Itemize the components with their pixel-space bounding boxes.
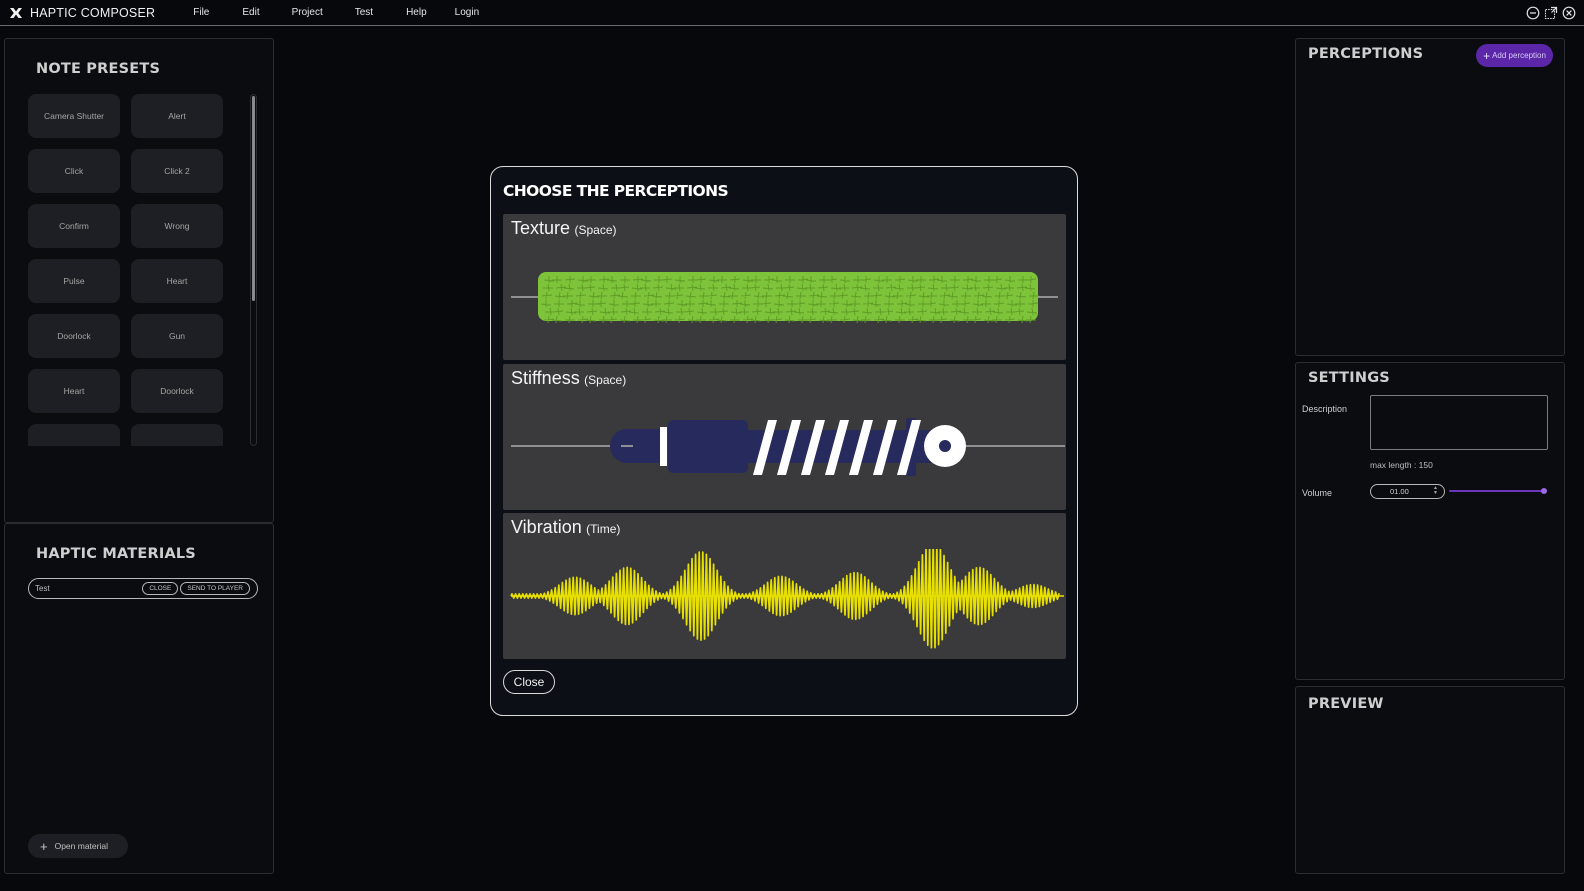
- haptic-materials-title: HAPTIC MATERIALS: [36, 546, 196, 562]
- max-length-note: max length : 150: [1370, 460, 1433, 470]
- preview-panel: PREVIEW: [1295, 686, 1565, 874]
- description-label: Description: [1302, 404, 1348, 414]
- card-qualifier: (Space): [574, 223, 617, 237]
- note-presets-panel: NOTE PRESETS Camera Shutter Alert Click …: [4, 38, 274, 523]
- preset-button[interactable]: Confirm: [28, 204, 120, 248]
- preset-grid: Camera Shutter Alert Click Click 2 Confi…: [28, 94, 228, 446]
- card-name: Texture: [511, 218, 571, 238]
- preview-title: PREVIEW: [1308, 696, 1384, 712]
- stepper-arrows-icon[interactable]: ▲ ▼: [1433, 486, 1438, 496]
- preset-button[interactable]: Heart: [28, 369, 120, 413]
- preset-button[interactable]: [131, 424, 223, 446]
- app-title: HAPTIC COMPOSER: [30, 5, 156, 20]
- haptic-materials-panel: HAPTIC MATERIALS Test CLOSE SEND TO PLAY…: [4, 523, 274, 874]
- perception-card-vibration[interactable]: Vibration (Time): [503, 513, 1066, 659]
- preset-scrollbar[interactable]: [250, 94, 257, 446]
- plus-icon: +: [1483, 48, 1491, 63]
- menu-test[interactable]: Test: [355, 7, 373, 18]
- menu-edit[interactable]: Edit: [242, 7, 259, 18]
- card-heading: Vibration (Time): [511, 517, 620, 538]
- preset-button[interactable]: Alert: [131, 94, 223, 138]
- perception-card-stiffness[interactable]: Stiffness (Space): [503, 364, 1066, 510]
- preset-button[interactable]: [28, 424, 120, 446]
- preset-button[interactable]: Click: [28, 149, 120, 193]
- description-field[interactable]: [1370, 395, 1548, 450]
- card-heading: Texture (Space): [511, 218, 617, 239]
- preset-scroll-thumb[interactable]: [252, 96, 255, 301]
- preset-button[interactable]: Pulse: [28, 259, 120, 303]
- preset-button[interactable]: Click 2: [131, 149, 223, 193]
- settings-title: SETTINGS: [1308, 370, 1390, 386]
- window-controls: [1526, 6, 1576, 20]
- plus-icon: +: [40, 838, 48, 854]
- preset-button[interactable]: Doorlock: [28, 314, 120, 358]
- volume-slider-thumb[interactable]: [1541, 488, 1547, 494]
- perception-card-texture[interactable]: Texture (Space): [503, 214, 1066, 360]
- menu-login[interactable]: Login: [455, 7, 479, 18]
- volume-value: 01.00: [1390, 487, 1409, 496]
- add-perception-label: Add perception: [1492, 51, 1546, 60]
- menu-bar: HAPTIC COMPOSER File Edit Project Test H…: [0, 0, 1584, 26]
- haptic-composer-logo-icon: [10, 7, 22, 18]
- settings-panel: SETTINGS Description max length : 150 Vo…: [1295, 362, 1565, 680]
- send-to-player-button[interactable]: SEND TO PLAYER: [180, 582, 250, 595]
- choose-perceptions-modal: CHOOSE THE PERCEPTIONS Texture (Space) S…: [490, 166, 1078, 716]
- menu-file[interactable]: File: [193, 7, 209, 18]
- menu-help[interactable]: Help: [406, 7, 427, 18]
- material-name: Test: [35, 584, 50, 593]
- open-material-button[interactable]: + Open material: [28, 834, 128, 858]
- preset-button[interactable]: Camera Shutter: [28, 94, 120, 138]
- perceptions-panel: PERCEPTIONS + Add perception: [1295, 38, 1565, 356]
- preset-button[interactable]: Heart: [131, 259, 223, 303]
- open-material-label: Open material: [54, 841, 108, 851]
- perceptions-title: PERCEPTIONS: [1308, 46, 1424, 62]
- preset-button[interactable]: Gun: [131, 314, 223, 358]
- close-icon[interactable]: [1562, 6, 1576, 20]
- texture-illustration: [511, 272, 1058, 324]
- volume-label: Volume: [1302, 488, 1333, 498]
- maximize-icon[interactable]: [1544, 6, 1558, 20]
- note-presets-title: NOTE PRESETS: [36, 61, 161, 77]
- card-name: Vibration: [511, 517, 582, 537]
- preset-button[interactable]: Wrong: [131, 204, 223, 248]
- add-perception-button[interactable]: + Add perception: [1476, 44, 1553, 67]
- modal-close-button[interactable]: Close: [503, 670, 555, 694]
- spring-damper-illustration: [511, 418, 1065, 476]
- volume-stepper[interactable]: 01.00 ▲ ▼: [1370, 484, 1445, 499]
- material-row[interactable]: Test CLOSE SEND TO PLAYER: [28, 578, 258, 599]
- card-heading: Stiffness (Space): [511, 368, 626, 389]
- minimize-icon[interactable]: [1526, 6, 1540, 20]
- volume-slider[interactable]: [1449, 488, 1547, 494]
- card-qualifier: (Time): [586, 522, 621, 536]
- card-name: Stiffness: [511, 368, 580, 388]
- vibration-waveform-illustration: [510, 549, 1064, 649]
- card-qualifier: (Space): [584, 373, 627, 387]
- modal-title: CHOOSE THE PERCEPTIONS: [503, 182, 729, 200]
- preset-button[interactable]: Doorlock: [131, 369, 223, 413]
- menu-project[interactable]: Project: [292, 7, 323, 18]
- material-close-button[interactable]: CLOSE: [142, 582, 179, 595]
